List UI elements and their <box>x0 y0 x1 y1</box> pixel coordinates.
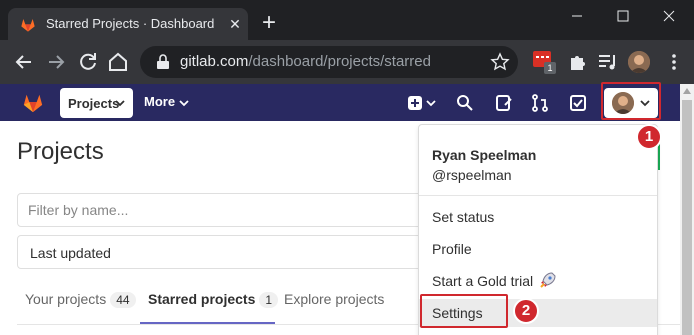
tab-label: Explore projects <box>284 291 385 307</box>
home-icon[interactable] <box>106 50 130 74</box>
projects-label: Projects <box>68 96 120 111</box>
gitlab-favicon-icon <box>21 19 35 32</box>
tab-starred-projects[interactable]: Starred projects 1 <box>148 291 279 308</box>
menu-item-label: Profile <box>432 241 472 257</box>
gitlab-navbar: Projects More <box>0 84 680 121</box>
url-text[interactable]: gitlab.com/dashboard/projects/starred <box>180 53 431 70</box>
media-playlist-icon[interactable] <box>596 50 620 74</box>
user-name: Ryan Speelman <box>432 147 537 163</box>
callout-number-2: 2 <box>513 298 539 324</box>
maximize-icon[interactable] <box>610 4 636 28</box>
menu-item-gold-trial[interactable]: Start a Gold trial <box>419 267 657 295</box>
extensions-puzzle-icon[interactable] <box>566 50 590 74</box>
page-title: Projects <box>17 138 104 165</box>
scrollbar-thumb[interactable] <box>682 100 692 335</box>
sort-dropdown[interactable]: Last updated <box>17 235 477 269</box>
tab-explore-projects[interactable]: Explore projects <box>284 291 384 307</box>
browser-titlebar: Starred Projects · Dashboard · GitLab ✕ … <box>0 0 694 40</box>
issues-icon[interactable] <box>494 93 514 113</box>
projects-dropdown-button[interactable]: Projects <box>60 88 133 118</box>
todos-icon[interactable] <box>568 93 588 113</box>
rocket-icon <box>540 272 556 288</box>
gitlab-logo-icon[interactable] <box>22 92 44 114</box>
lock-icon[interactable] <box>156 54 170 70</box>
search-icon[interactable] <box>455 93 475 113</box>
browser-tab[interactable]: Starred Projects · Dashboard · GitLab ✕ <box>8 8 248 40</box>
tab-count-badge: 44 <box>110 292 136 308</box>
more-dropdown-button[interactable]: More <box>144 94 189 109</box>
url-path: /dashboard/projects/starred <box>248 53 431 70</box>
filter-input[interactable] <box>17 193 477 227</box>
tab-your-projects[interactable]: Your projects 44 <box>25 291 136 308</box>
browser-toolbar: gitlab.com/dashboard/projects/starred 1 <box>0 40 694 84</box>
menu-item-set-status[interactable]: Set status <box>419 203 657 231</box>
address-bar[interactable]: gitlab.com/dashboard/projects/starred <box>140 46 518 78</box>
tab-close-icon[interactable]: ✕ <box>225 14 245 34</box>
tab-label: Your projects <box>25 291 107 307</box>
menu-item-profile[interactable]: Profile <box>419 235 657 263</box>
more-label: More <box>144 94 176 109</box>
tab-label: Starred projects <box>148 291 256 307</box>
callout-highlight-user-menu <box>601 82 661 120</box>
menu-divider <box>419 195 657 196</box>
extension-badge: 1 <box>544 62 556 74</box>
chevron-down-icon <box>179 99 189 106</box>
new-item-plus-icon[interactable] <box>406 93 438 113</box>
forward-icon[interactable] <box>44 50 68 74</box>
new-tab-icon[interactable]: + <box>258 11 280 35</box>
scroll-up-arrow-icon[interactable] <box>683 88 691 94</box>
tab-title: Starred Projects · Dashboard · GitLab <box>46 16 216 31</box>
user-handle: @rspeelman <box>432 167 512 183</box>
bookmark-star-icon[interactable] <box>490 52 510 72</box>
url-host: gitlab.com <box>180 53 249 70</box>
callout-highlight-settings <box>420 294 508 328</box>
minimize-icon[interactable] <box>564 4 590 28</box>
menu-item-label: Start a Gold trial <box>432 273 534 289</box>
menu-item-label: Set status <box>432 209 495 225</box>
chrome-profile-avatar[interactable] <box>628 51 650 73</box>
chrome-menu-icon[interactable] <box>666 52 682 72</box>
back-icon[interactable] <box>12 50 36 74</box>
window-close-icon[interactable] <box>656 4 682 28</box>
sort-value: Last updated <box>30 245 111 261</box>
reload-icon[interactable] <box>76 50 100 74</box>
chevron-down-icon <box>115 100 125 107</box>
callout-number-1: 1 <box>636 124 662 150</box>
extension-calendar-icon[interactable]: 1 <box>532 50 556 74</box>
tab-count-badge: 1 <box>259 292 279 308</box>
merge-requests-icon[interactable] <box>530 93 550 113</box>
